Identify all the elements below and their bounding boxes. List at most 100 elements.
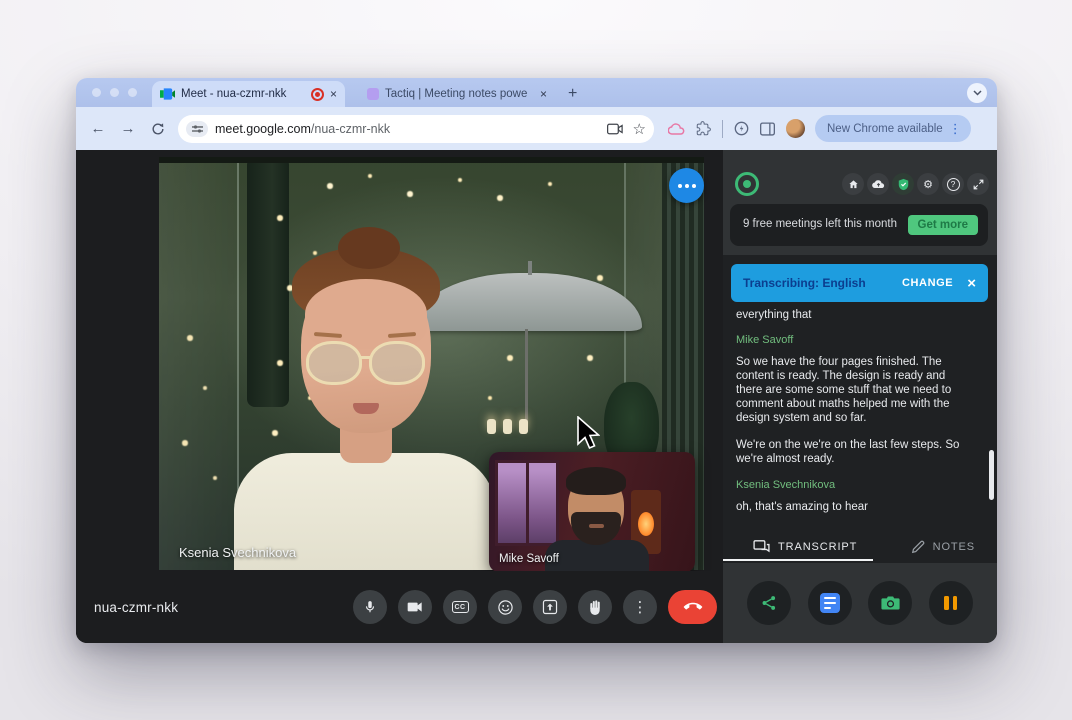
background-tree xyxy=(247,157,289,407)
meet-favicon-icon xyxy=(160,88,175,100)
transcript-text: oh, that's amazing to hear xyxy=(736,501,868,513)
recording-indicator-icon xyxy=(310,87,324,101)
window-controls[interactable] xyxy=(92,88,137,97)
microphone-button[interactable] xyxy=(353,590,387,624)
tab-notes-label: NOTES xyxy=(932,541,975,553)
side-panel-icon[interactable] xyxy=(760,121,775,136)
extensions-puzzle-icon[interactable] xyxy=(696,121,711,136)
tactiq-logo-icon[interactable] xyxy=(735,172,759,196)
participant-forehead xyxy=(305,279,427,349)
glasses-lens xyxy=(369,341,425,385)
tab-notes[interactable]: NOTES xyxy=(911,540,975,554)
chrome-update-label: New Chrome available xyxy=(827,122,943,135)
extension-badge-icon[interactable] xyxy=(734,121,749,136)
new-tab-button[interactable]: + xyxy=(568,85,577,103)
close-transcribing-icon[interactable]: × xyxy=(967,275,976,292)
pip-hair xyxy=(566,467,626,495)
google-docs-icon xyxy=(819,593,840,613)
tab-transcript-label: TRANSCRIPT xyxy=(778,541,858,553)
minimize-window-button[interactable] xyxy=(110,88,119,97)
tab-search-button[interactable] xyxy=(967,83,987,103)
end-call-icon xyxy=(683,602,702,610)
transcript-panel: Transcribing: English CHANGE × everythin… xyxy=(723,255,997,563)
maximize-window-button[interactable] xyxy=(128,88,137,97)
reload-button[interactable] xyxy=(146,117,170,141)
tab-close-icon[interactable]: × xyxy=(330,88,337,100)
end-call-button[interactable] xyxy=(668,590,717,624)
tab-tactiq[interactable]: Tactiq | Meeting notes powe × xyxy=(359,81,555,107)
transcript-text: So we have the four pages finished. The … xyxy=(736,356,952,424)
patio-umbrella xyxy=(414,261,642,331)
raise-hand-button[interactable] xyxy=(578,590,612,624)
settings-gear-icon[interactable]: ⚙ xyxy=(917,173,939,195)
free-meetings-banner: 9 free meetings left this month Get more xyxy=(730,204,988,246)
more-options-button[interactable]: ⋮ xyxy=(623,590,657,624)
get-more-button[interactable]: Get more xyxy=(907,215,978,235)
present-screen-button[interactable] xyxy=(533,590,567,624)
toolbar-divider xyxy=(722,119,723,138)
glass-panel-left xyxy=(159,157,239,570)
meet-control-bar: nua-czmr-nkk CC ⋮ xyxy=(76,571,723,643)
screenshot-button[interactable] xyxy=(868,581,913,625)
tab-title: Tactiq | Meeting notes powe xyxy=(385,88,528,100)
chat-icon xyxy=(753,540,770,553)
back-button[interactable]: ← xyxy=(86,117,110,141)
expand-icon[interactable] xyxy=(967,173,989,195)
transcribing-banner: Transcribing: English CHANGE × xyxy=(731,264,988,302)
chrome-update-button[interactable]: New Chrome available ⋮ xyxy=(815,115,971,142)
candles xyxy=(487,419,528,434)
tab-close-icon[interactable]: × xyxy=(540,88,547,100)
captions-button[interactable]: CC xyxy=(443,590,477,624)
export-to-docs-button[interactable] xyxy=(807,581,852,625)
tactiq-sidebar: ⚙ ? 9 free meetings left this month Get … xyxy=(723,150,997,643)
transcribing-label: Transcribing: English xyxy=(743,276,866,290)
share-button[interactable] xyxy=(747,581,792,625)
scrollbar-thumb[interactable] xyxy=(989,450,994,500)
tab-meet[interactable]: Meet - nua-czmr-nkk × xyxy=(152,81,345,107)
privacy-shield-icon[interactable] xyxy=(892,173,914,195)
panel-tabs: TRANSCRIPT NOTES xyxy=(723,533,997,563)
browser-window: Meet - nua-czmr-nkk × Tactiq | Meeting n… xyxy=(76,78,997,643)
close-window-button[interactable] xyxy=(92,88,101,97)
active-tab-underline xyxy=(723,558,873,561)
participant-hair-bun xyxy=(338,227,400,269)
tactiq-favicon-icon xyxy=(367,88,379,100)
cloud-sync-icon[interactable] xyxy=(867,173,889,195)
share-icon xyxy=(762,596,776,610)
site-settings-icon[interactable] xyxy=(186,120,208,137)
url-path: /nua-czmr-nkk xyxy=(310,121,391,136)
transcript-text: We're on the we're on the last few steps… xyxy=(736,439,960,465)
pip-video-tile[interactable]: Mike Savoff xyxy=(489,452,695,572)
bookmark-star-icon[interactable]: ☆ xyxy=(633,120,646,138)
reactions-button[interactable] xyxy=(488,590,522,624)
tactiq-header: ⚙ ? 9 free meetings left this month Get … xyxy=(723,150,997,255)
url-text: meet.google.com/nua-czmr-nkk xyxy=(215,122,607,136)
pip-window xyxy=(495,460,559,546)
transcript-body[interactable]: everything that Mike Savoff So we have t… xyxy=(736,309,974,527)
pink-cloud-extension-icon[interactable] xyxy=(668,122,685,135)
frame-top xyxy=(159,157,704,163)
more-menu-icon[interactable]: ⋮ xyxy=(949,121,962,137)
profile-avatar[interactable] xyxy=(786,119,805,138)
camera-icon xyxy=(881,596,900,610)
camera-button[interactable] xyxy=(398,590,432,624)
change-language-button[interactable]: CHANGE xyxy=(902,277,953,289)
forward-button[interactable]: → xyxy=(116,117,140,141)
url-domain: meet.google.com xyxy=(215,121,311,136)
free-meetings-text: 9 free meetings left this month xyxy=(742,218,898,231)
home-icon[interactable] xyxy=(842,173,864,195)
address-bar[interactable]: meet.google.com/nua-czmr-nkk ☆ xyxy=(178,114,654,143)
glasses-bridge xyxy=(359,356,372,359)
tab-transcript[interactable]: TRANSCRIPT xyxy=(753,540,857,554)
pause-button[interactable] xyxy=(928,581,973,625)
camera-in-use-icon[interactable] xyxy=(606,123,623,135)
mouse-cursor xyxy=(577,416,600,450)
meeting-code: nua-czmr-nkk xyxy=(94,599,179,615)
speaker-name: Mike Savoff xyxy=(736,334,794,346)
chat-notification-bubble[interactable] xyxy=(669,168,704,203)
tab-title: Meet - nua-czmr-nkk xyxy=(181,88,287,100)
chevron-down-icon xyxy=(972,90,982,96)
pencil-icon xyxy=(911,540,924,554)
browser-toolbar: ← → meet.google.com/nua-czmr-nkk ☆ New C… xyxy=(76,107,997,150)
help-icon[interactable]: ? xyxy=(942,173,964,195)
